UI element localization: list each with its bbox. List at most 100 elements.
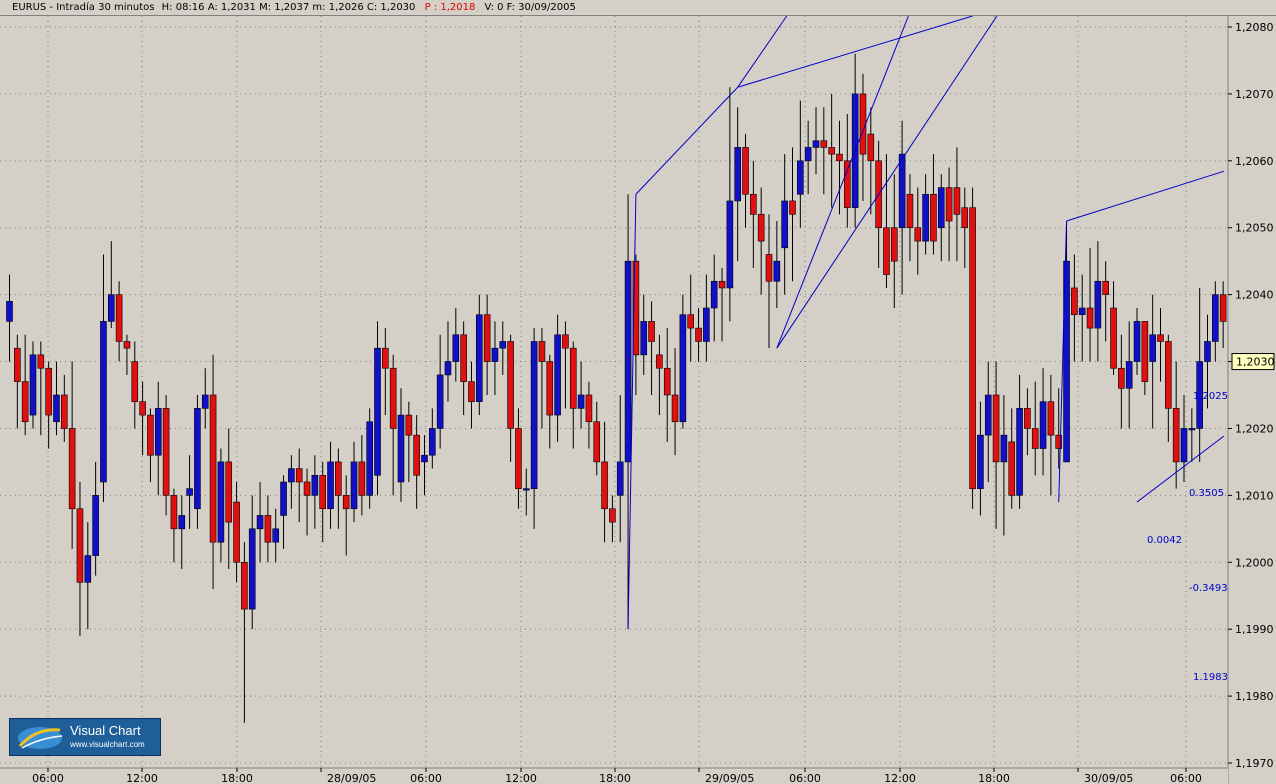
candle-up bbox=[804, 147, 812, 162]
measure-pct-down-label: -0.3493 bbox=[1189, 583, 1228, 594]
candle-down bbox=[765, 254, 773, 282]
x-tick-label: 18:00 bbox=[221, 772, 253, 784]
candle-up bbox=[1125, 361, 1133, 389]
candle-up bbox=[100, 321, 107, 483]
x-tick-label: 28/09/05 bbox=[327, 772, 376, 784]
candle-down bbox=[671, 394, 679, 423]
candle-up bbox=[436, 374, 444, 429]
candle-down bbox=[468, 381, 475, 402]
y-tick-label: 1,1980 bbox=[1235, 690, 1274, 703]
candle-down bbox=[1086, 307, 1094, 329]
header-symbol: EURUS - Intradía 30 minutos bbox=[12, 2, 155, 13]
candle-up bbox=[421, 454, 428, 463]
candle-up bbox=[1094, 280, 1102, 329]
measure-pct-up-label: 0.3505 bbox=[1189, 488, 1224, 499]
candle-down bbox=[945, 187, 953, 222]
candle-down bbox=[389, 367, 397, 429]
candle-down bbox=[342, 495, 350, 510]
x-tick-label: 30/09/05 bbox=[1084, 772, 1133, 784]
candle-down bbox=[593, 421, 601, 463]
candle-up bbox=[366, 421, 373, 496]
candle-up bbox=[397, 414, 405, 483]
y-axis-panel bbox=[1228, 16, 1276, 768]
candle-up bbox=[107, 294, 115, 322]
candle-down bbox=[844, 160, 851, 208]
header-stats: H: 08:16 A: 1,2031 M: 1,2037 m: 1,2026 C… bbox=[161, 2, 416, 13]
candle-down bbox=[890, 227, 898, 262]
header-bar: EURUS - Intradía 30 minutos H: 08:16 A: … bbox=[0, 0, 1276, 16]
candle-down bbox=[601, 461, 608, 510]
candle-down bbox=[382, 347, 389, 369]
candle-up bbox=[288, 468, 295, 483]
y-tick-label: 1,2000 bbox=[1235, 556, 1274, 569]
candle-up bbox=[350, 461, 358, 510]
x-axis: 06:00 12:00 18:00 28/09/05 06:00 12:00 18:00 29… bbox=[0, 767, 1228, 784]
candle-up bbox=[922, 193, 929, 242]
candle-down bbox=[303, 481, 311, 496]
candle-down bbox=[695, 327, 702, 342]
header-tail: V: 0 F: 30/09/2005 bbox=[484, 2, 576, 13]
candle-up bbox=[640, 321, 648, 356]
candle-up bbox=[92, 495, 99, 556]
candle-up bbox=[499, 341, 507, 349]
candle-up bbox=[1078, 307, 1086, 316]
x-tick-label: 12:00 bbox=[505, 772, 537, 784]
candle-up bbox=[1039, 401, 1047, 449]
candle-down bbox=[335, 461, 342, 496]
measure-bottom-label: 1.1983 bbox=[1193, 672, 1228, 683]
y-tick-label: 1,2020 bbox=[1235, 422, 1274, 435]
candle-up bbox=[1188, 428, 1196, 431]
candle-down bbox=[1157, 334, 1164, 342]
candle-up bbox=[1133, 321, 1141, 362]
candle-down bbox=[413, 434, 420, 476]
candle-down bbox=[76, 508, 84, 583]
candle-up bbox=[937, 187, 945, 229]
candle-down bbox=[1172, 408, 1180, 463]
candle-up bbox=[530, 341, 538, 489]
candle-down bbox=[906, 193, 914, 229]
candle-down bbox=[209, 394, 217, 543]
candle-down bbox=[233, 501, 240, 563]
x-tick-label: 06:00 bbox=[32, 772, 64, 784]
candle-down bbox=[546, 361, 554, 416]
candle-down bbox=[295, 468, 303, 483]
y-tick-label: 1,2060 bbox=[1235, 155, 1274, 168]
candle-down bbox=[225, 461, 233, 523]
candle-down bbox=[1219, 294, 1227, 322]
candle-up bbox=[491, 347, 499, 362]
candle-down bbox=[162, 408, 170, 496]
candle-up bbox=[154, 408, 162, 456]
candle-up bbox=[53, 394, 60, 423]
y-tick-label: 1,2080 bbox=[1235, 21, 1274, 34]
candle-down bbox=[992, 394, 1000, 463]
x-tick-label: 06:00 bbox=[410, 772, 442, 784]
candle-up bbox=[577, 394, 585, 409]
candle-up bbox=[1180, 428, 1188, 463]
candle-down bbox=[241, 561, 248, 610]
candle-down bbox=[45, 367, 52, 416]
candle-down bbox=[789, 200, 796, 215]
x-tick-label: 18:00 bbox=[599, 772, 631, 784]
candle-up bbox=[311, 474, 319, 496]
candle-up bbox=[429, 428, 436, 456]
candle-down bbox=[538, 341, 546, 362]
x-tick-label: 06:00 bbox=[789, 772, 821, 784]
logo-url: www.visualchart.com bbox=[70, 740, 145, 749]
candle-down bbox=[68, 428, 76, 510]
candle-up bbox=[327, 461, 334, 510]
candle-up bbox=[272, 528, 280, 543]
candle-up bbox=[616, 461, 624, 496]
candle-down bbox=[836, 153, 843, 162]
candle-up bbox=[812, 140, 820, 148]
chart-background bbox=[0, 0, 1276, 784]
candle-up bbox=[773, 260, 781, 282]
candle-up bbox=[984, 394, 992, 436]
candle-up bbox=[624, 260, 632, 463]
candle-up bbox=[1000, 434, 1008, 463]
candle-up bbox=[217, 461, 225, 543]
candle-up bbox=[710, 280, 718, 309]
candle-down bbox=[1118, 367, 1125, 389]
y-tick-label: 1,2040 bbox=[1235, 289, 1274, 302]
price-chart[interactable]: 1.20251.19830.00420.3505-0.3493 1,20801,… bbox=[0, 0, 1276, 784]
candle-up bbox=[522, 488, 530, 491]
